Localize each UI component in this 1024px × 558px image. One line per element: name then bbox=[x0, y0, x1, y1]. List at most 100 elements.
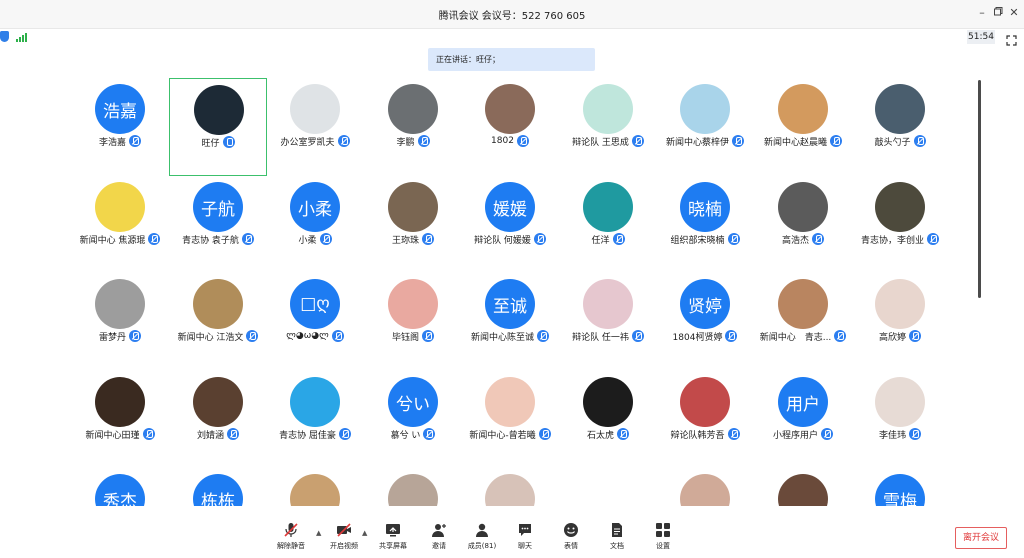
participant-tile[interactable]: 任洋 bbox=[559, 176, 657, 274]
participant-name-line: 石太虎 bbox=[559, 427, 657, 441]
participant-tile[interactable]: 王珎珠 bbox=[364, 176, 462, 274]
restore-icon[interactable] bbox=[990, 5, 1006, 21]
participant-name: 慕兮 い bbox=[390, 430, 421, 441]
participant-tile[interactable]: 新闻中心蔡梓伊 bbox=[656, 78, 754, 176]
participant-tile[interactable] bbox=[559, 468, 657, 506]
avatar bbox=[875, 279, 925, 329]
mic-muted-icon bbox=[631, 330, 644, 342]
participant-name-line: 青志协 屈佳豪 bbox=[266, 427, 364, 441]
settings-button[interactable]: 设置 bbox=[640, 522, 686, 558]
members-button[interactable]: 成员(81) bbox=[459, 522, 505, 558]
mic-muted-icon bbox=[812, 233, 824, 245]
shield-icon[interactable] bbox=[0, 31, 9, 42]
leave-meeting-button[interactable]: 离开会议 bbox=[955, 527, 1007, 549]
participant-tile[interactable]: 新闻中心 江浩文 bbox=[169, 273, 267, 371]
participant-tile[interactable]: □ღ ლ◕ω◕ლ bbox=[266, 273, 364, 371]
participant-name-line: 辩论队 任一祎 bbox=[559, 329, 657, 343]
avatar bbox=[485, 377, 535, 427]
participant-grid: 浩嘉 李浩嘉旺仔 办公室罗凯夫 李鹏 1802 辩论队 王思成 新闻中心蔡梓伊 新闻中心赵晨曦… bbox=[71, 78, 979, 506]
avatar bbox=[680, 84, 730, 134]
participant-tile[interactable]: 新闻中心田瑾 bbox=[71, 371, 169, 469]
avatar bbox=[680, 377, 730, 427]
participant-tile[interactable]: 浩嘉 李浩嘉 bbox=[71, 78, 169, 176]
share-screen-button[interactable]: 共享屏幕 bbox=[370, 522, 416, 558]
participant-tile[interactable]: 雷梦丹 bbox=[71, 273, 169, 371]
participant-tile[interactable] bbox=[656, 468, 754, 506]
participant-tile[interactable]: 晓楠 组织部宋晓楠 bbox=[656, 176, 754, 274]
mic-on-icon bbox=[222, 136, 235, 148]
participant-tile[interactable]: 新闻中心赵晨曦 bbox=[754, 78, 852, 176]
participant-name-line: 1802 bbox=[461, 134, 559, 148]
participant-tile[interactable]: 辩论队 王思成 bbox=[559, 78, 657, 176]
participant-name-line: 青志协 袁子航 bbox=[169, 232, 267, 246]
avatar: □ღ bbox=[290, 279, 340, 329]
participant-name: 小柔 bbox=[298, 235, 317, 246]
participant-tile[interactable]: 1802 bbox=[461, 78, 559, 176]
reactions-label: 表情 bbox=[564, 542, 578, 550]
settings-icon bbox=[656, 523, 670, 537]
participant-tile[interactable]: 青志协 屈佳豪 bbox=[266, 371, 364, 469]
minimize-icon[interactable]: – bbox=[974, 5, 990, 21]
participant-tile[interactable]: 小柔 小柔 bbox=[266, 176, 364, 274]
participant-tile[interactable]: 青志协，李创业 bbox=[851, 176, 949, 274]
participant-tile[interactable]: 用户小程序用户 bbox=[754, 371, 852, 469]
participant-tile[interactable]: 高欣婷 bbox=[851, 273, 949, 371]
mic-muted-icon bbox=[227, 428, 239, 440]
participant-name: 辩论队 何媛媛 bbox=[474, 235, 531, 246]
participant-name-line: ლ◕ω◕ლ bbox=[266, 329, 364, 343]
chat-button[interactable]: 聊天 bbox=[502, 522, 548, 558]
participant-tile[interactable]: 石太虎 bbox=[559, 371, 657, 469]
scrollbar[interactable] bbox=[978, 80, 981, 298]
mic-muted-icon bbox=[732, 135, 744, 147]
participant-tile[interactable]: 媛媛 辩论队 何媛媛 bbox=[461, 176, 559, 274]
signal-icon[interactable] bbox=[16, 32, 28, 42]
document-icon bbox=[612, 523, 622, 537]
participant-tile[interactable]: 李鹏 bbox=[364, 78, 462, 176]
video-options-caret-icon[interactable]: ▲ bbox=[362, 529, 370, 537]
close-icon[interactable]: ✕ bbox=[1006, 5, 1022, 21]
participant-tile[interactable]: 辩论队韩芳吾 bbox=[656, 371, 754, 469]
reactions-button[interactable]: 表情 bbox=[548, 522, 594, 558]
participant-name: 小程序用户 bbox=[772, 430, 818, 441]
share-screen-icon bbox=[386, 524, 400, 537]
participant-tile[interactable]: 敲头勺子 bbox=[851, 78, 949, 176]
participant-tile[interactable]: 李佳玮 bbox=[851, 371, 949, 469]
participant-tile[interactable] bbox=[266, 468, 364, 506]
participant-name-line: 1804柯贤婷 bbox=[656, 329, 754, 343]
participant-tile[interactable]: 新闻中心 青志... bbox=[754, 273, 852, 371]
participant-name: 旺仔 bbox=[201, 138, 220, 149]
participant-tile[interactable] bbox=[364, 468, 462, 506]
avatar: 小柔 bbox=[290, 182, 340, 232]
participant-tile[interactable]: 秀杰 bbox=[71, 468, 169, 506]
participant-tile[interactable]: 兮い 慕兮 い bbox=[364, 371, 462, 469]
participant-name: 组织部宋晓楠 bbox=[670, 235, 725, 246]
mic-muted-icon bbox=[129, 330, 141, 342]
avatar: 用户 bbox=[778, 377, 828, 427]
participant-tile[interactable]: 办公室罗凯夫 bbox=[266, 78, 364, 176]
participant-tile[interactable]: 辩论队 任一祎 bbox=[559, 273, 657, 371]
participant-tile[interactable]: 贤婷 1804柯贤婷 bbox=[656, 273, 754, 371]
unmute-button[interactable]: 解除静音 bbox=[268, 522, 314, 558]
participant-tile[interactable]: 刘婧涵 bbox=[169, 371, 267, 469]
participant-tile[interactable]: 新闻中心 焦源琨 bbox=[71, 176, 169, 274]
invite-button[interactable]: 邀请 bbox=[416, 522, 462, 558]
participant-name: 石太虎 bbox=[586, 430, 614, 441]
participant-tile[interactable]: 旺仔 bbox=[169, 78, 267, 176]
participant-name: 1802 bbox=[491, 136, 514, 146]
fullscreen-icon[interactable] bbox=[1006, 31, 1017, 46]
docs-button[interactable]: 文档 bbox=[594, 522, 640, 558]
participant-tile[interactable] bbox=[461, 468, 559, 506]
participant-tile[interactable]: 高浩杰 bbox=[754, 176, 852, 274]
start-video-button[interactable]: 开启视频 bbox=[321, 522, 367, 558]
participant-tile[interactable]: 新闻中心-曾若曦 bbox=[461, 371, 559, 469]
participant-tile[interactable]: 至诚 新闻中心陈至诚 bbox=[461, 273, 559, 371]
participant-tile[interactable]: 毕钰阁 bbox=[364, 273, 462, 371]
mic-muted-icon bbox=[830, 135, 842, 147]
avatar bbox=[485, 474, 535, 506]
mic-muted-icon bbox=[331, 330, 344, 342]
participant-tile[interactable]: 雪梅 bbox=[851, 468, 949, 506]
participant-tile[interactable] bbox=[754, 468, 852, 506]
avatar: 雪梅 bbox=[875, 474, 925, 506]
participant-tile[interactable]: 栋栋 bbox=[169, 468, 267, 506]
participant-tile[interactable]: 子航 青志协 袁子航 bbox=[169, 176, 267, 274]
